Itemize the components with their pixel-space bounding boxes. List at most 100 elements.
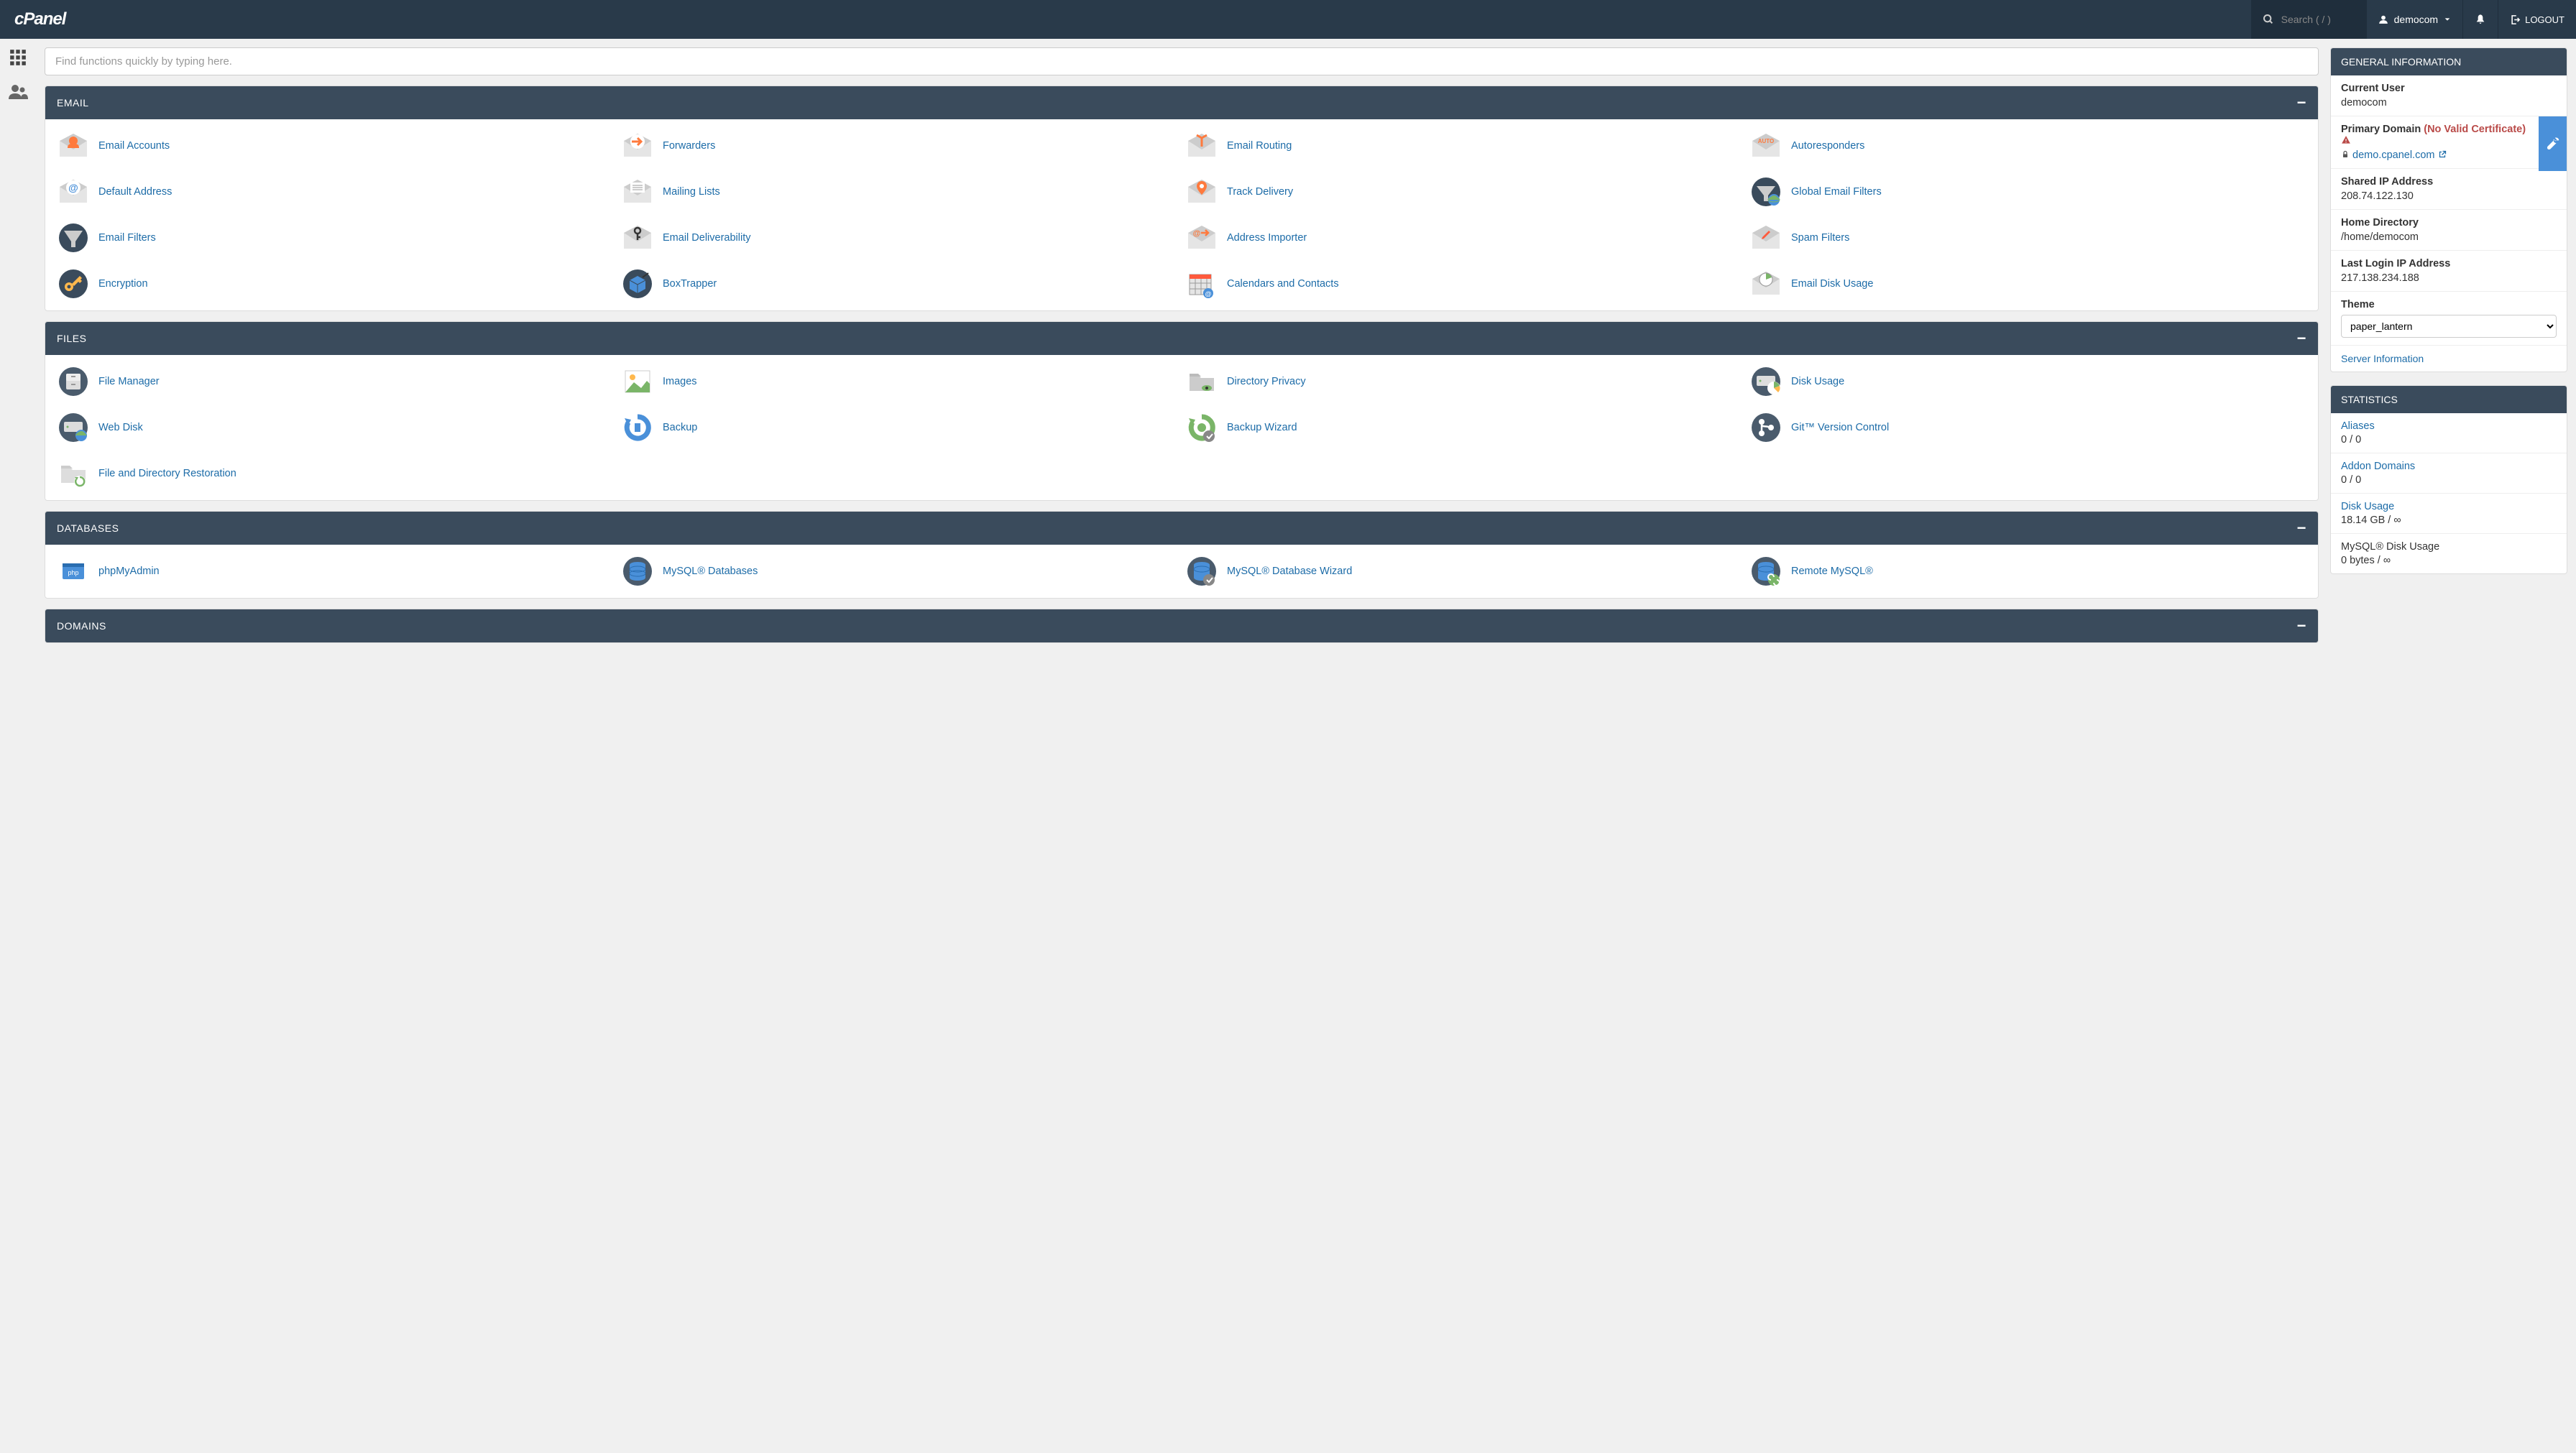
app-label: Spam Filters — [1791, 232, 1849, 244]
statistics-header: STATISTICS — [2331, 386, 2567, 413]
app-calendars-contacts[interactable]: @Calendars and Contacts — [1185, 267, 1742, 300]
app-file-restoration[interactable]: File and Directory Restoration — [57, 457, 614, 490]
content-area: EMAIL − Email Accounts Forwarders Email … — [45, 47, 2319, 653]
collapse-icon[interactable]: − — [2297, 520, 2306, 536]
app-label: phpMyAdmin — [98, 566, 160, 577]
panel-header-files[interactable]: FILES − — [45, 322, 2318, 355]
phpmyadmin-icon: php — [57, 555, 90, 588]
app-mysql-wizard[interactable]: MySQL® Database Wizard — [1185, 555, 1742, 588]
app-disk-usage[interactable]: Disk Usage — [1749, 365, 2306, 398]
app-address-importer[interactable]: @Address Importer — [1185, 221, 1742, 254]
app-spam-filters[interactable]: Spam Filters — [1749, 221, 2306, 254]
app-default-address[interactable]: @Default Address — [57, 175, 614, 208]
collapse-icon[interactable]: − — [2297, 618, 2306, 634]
envelope-at-arrow-icon: @ — [1185, 221, 1218, 254]
app-boxtrapper[interactable]: BoxTrapper — [621, 267, 1178, 300]
panel-title: DOMAINS — [57, 620, 106, 632]
app-track-delivery[interactable]: Track Delivery — [1185, 175, 1742, 208]
stat-disk-label[interactable]: Disk Usage — [2341, 501, 2557, 512]
app-phpmyadmin[interactable]: php phpMyAdmin — [57, 555, 614, 588]
app-encryption[interactable]: Encryption — [57, 267, 614, 300]
app-label: MySQL® Database Wizard — [1227, 566, 1352, 577]
collapse-icon[interactable]: − — [2297, 95, 2306, 111]
primary-domain-link[interactable]: demo.cpanel.com — [2352, 149, 2434, 161]
app-label: MySQL® Databases — [663, 566, 758, 577]
app-forwarders[interactable]: Forwarders — [621, 129, 1178, 162]
lock-icon — [2341, 149, 2352, 161]
sidebar-home[interactable] — [6, 46, 29, 69]
app-label: Email Routing — [1227, 140, 1292, 152]
app-label: File Manager — [98, 376, 160, 387]
envelope-key-icon — [621, 221, 654, 254]
app-label: File and Directory Restoration — [98, 468, 236, 479]
stat-aliases-label[interactable]: Aliases — [2341, 420, 2557, 432]
stat-addon-label[interactable]: Addon Domains — [2341, 461, 2557, 472]
envelope-list-icon — [621, 175, 654, 208]
panel-header-email[interactable]: EMAIL − — [45, 86, 2318, 119]
wrench-icon — [2545, 136, 2561, 152]
app-email-filters[interactable]: Email Filters — [57, 221, 614, 254]
app-remote-mysql[interactable]: Remote MySQL® — [1749, 555, 2306, 588]
app-mailing-lists[interactable]: Mailing Lists — [621, 175, 1178, 208]
folder-eye-icon — [1185, 365, 1218, 398]
notifications-button[interactable] — [2462, 0, 2498, 39]
app-label: Email Filters — [98, 232, 156, 244]
app-label: Backup — [663, 422, 697, 433]
general-info-header: GENERAL INFORMATION — [2331, 48, 2567, 75]
app-file-manager[interactable]: File Manager — [57, 365, 614, 398]
app-images[interactable]: Images — [621, 365, 1178, 398]
quick-search-input[interactable] — [45, 47, 2319, 75]
app-backup[interactable]: Backup — [621, 411, 1178, 444]
panel-header-domains[interactable]: DOMAINS − — [45, 609, 2318, 642]
database-remote-icon — [1749, 555, 1782, 588]
envelope-pin-icon — [1185, 175, 1218, 208]
user-menu[interactable]: democom — [2366, 0, 2462, 39]
home-dir-label: Home Directory — [2341, 217, 2557, 229]
theme-select[interactable]: paper_lantern — [2341, 315, 2557, 338]
funnel-icon — [57, 221, 90, 254]
app-mysql-databases[interactable]: MySQL® Databases — [621, 555, 1178, 588]
panel-header-databases[interactable]: DATABASES − — [45, 512, 2318, 545]
app-email-deliverability[interactable]: Email Deliverability — [621, 221, 1178, 254]
topbar-search[interactable] — [2251, 0, 2366, 39]
svg-text:php: php — [68, 569, 78, 576]
topbar-search-input[interactable] — [2281, 14, 2353, 25]
disk-globe-icon — [57, 411, 90, 444]
logo[interactable]: cPanel — [0, 9, 80, 29]
svg-text:@: @ — [1193, 229, 1201, 238]
app-email-disk-usage[interactable]: Email Disk Usage — [1749, 267, 2306, 300]
shared-ip-value: 208.74.122.130 — [2341, 190, 2557, 202]
chevron-down-icon — [2444, 16, 2451, 23]
current-user-label: Current User — [2341, 83, 2557, 94]
app-label: Global Email Filters — [1791, 186, 1882, 198]
backup-wizard-icon — [1185, 411, 1218, 444]
theme-label: Theme — [2341, 299, 2557, 310]
app-label: Encryption — [98, 278, 148, 290]
grid-icon — [9, 48, 27, 67]
user-name: democom — [2394, 14, 2438, 25]
app-git[interactable]: Git™ Version Control — [1749, 411, 2306, 444]
folder-restore-icon — [57, 457, 90, 490]
app-global-email-filters[interactable]: Global Email Filters — [1749, 175, 2306, 208]
app-directory-privacy[interactable]: Directory Privacy — [1185, 365, 1742, 398]
app-label: Web Disk — [98, 422, 143, 433]
app-backup-wizard[interactable]: Backup Wizard — [1185, 411, 1742, 444]
app-label: Email Accounts — [98, 140, 170, 152]
panel-files: FILES − File Manager Images Directory Pr… — [45, 321, 2319, 501]
logout-button[interactable]: LOGOUT — [2498, 0, 2576, 39]
envelope-pie-icon — [1749, 267, 1782, 300]
topbar: cPanel democom LOGOUT — [0, 0, 2576, 39]
app-autoresponders[interactable]: AUTOAutoresponders — [1749, 129, 2306, 162]
ssl-settings-button[interactable] — [2539, 116, 2567, 171]
general-info-panel: GENERAL INFORMATION Current User democom… — [2330, 47, 2567, 372]
external-link-icon[interactable] — [2438, 149, 2447, 161]
server-info-link[interactable]: Server Information — [2341, 353, 2424, 364]
file-cabinet-icon — [57, 365, 90, 398]
envelope-globe-icon — [1749, 175, 1782, 208]
sidebar-users[interactable] — [6, 80, 29, 103]
app-web-disk[interactable]: Web Disk — [57, 411, 614, 444]
app-email-accounts[interactable]: Email Accounts — [57, 129, 614, 162]
collapse-icon[interactable]: − — [2297, 331, 2306, 346]
app-label: Track Delivery — [1227, 186, 1293, 198]
app-email-routing[interactable]: Email Routing — [1185, 129, 1742, 162]
